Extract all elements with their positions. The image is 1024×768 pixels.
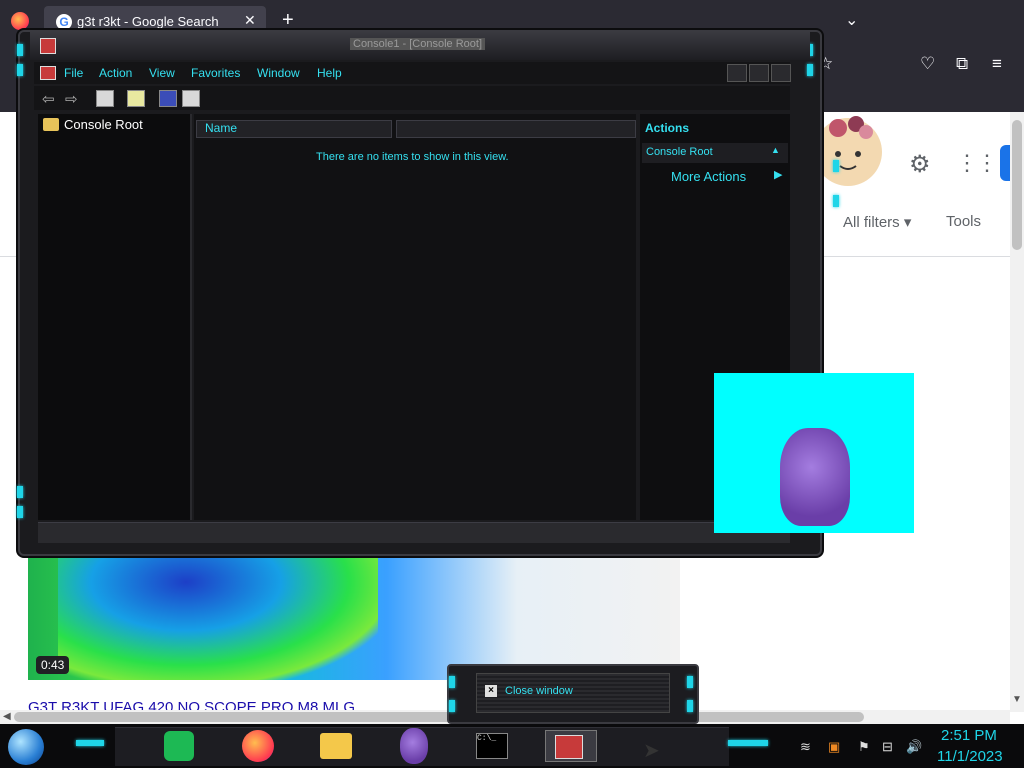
tree-item-console-root[interactable]: Console Root	[64, 117, 143, 132]
frame-led	[833, 160, 839, 172]
frame-led	[17, 486, 23, 498]
menu-favorites[interactable]: Favorites	[191, 66, 240, 80]
new-tab-button[interactable]: +	[282, 9, 294, 32]
bonzi-character-image[interactable]	[780, 428, 850, 526]
network-icon[interactable]: ⊟	[882, 739, 893, 755]
actions-section-label: Console Root	[646, 146, 713, 158]
back-arrow-icon[interactable]: ⇦	[42, 90, 55, 108]
spotify-taskbar-icon[interactable]	[164, 731, 194, 761]
frame-led	[17, 506, 23, 518]
video-frame-image	[58, 540, 378, 680]
mmc-window-title: Console1 - [Console Root]	[350, 38, 486, 50]
export-list-icon[interactable]	[127, 90, 145, 107]
tab-title: g3t r3kt - Google Search	[77, 14, 219, 29]
mmc-system-menu-icon[interactable]	[40, 66, 56, 80]
scrollbar-thumb[interactable]	[1012, 120, 1022, 250]
google-favicon-icon: G	[56, 14, 72, 30]
more-actions-item[interactable]: More Actions	[671, 169, 746, 184]
frame-led	[17, 44, 23, 56]
minimize-button[interactable]	[727, 64, 747, 82]
file-explorer-taskbar-icon[interactable]	[320, 733, 352, 759]
close-button[interactable]	[771, 64, 791, 82]
frame-led	[687, 676, 693, 688]
tools-button[interactable]: Tools	[946, 213, 981, 230]
mmc-toolbar	[34, 86, 790, 110]
firefox-icon[interactable]	[11, 12, 29, 30]
frame-led	[449, 700, 455, 712]
bonzi-taskbar-icon[interactable]	[400, 728, 428, 764]
action-center-flag-icon[interactable]: ⚑	[858, 739, 870, 755]
console-tree-pane	[38, 114, 192, 520]
menu-file[interactable]: File	[64, 66, 83, 80]
actions-header: Actions	[645, 121, 690, 135]
collapse-up-icon[interactable]: ▲	[771, 145, 780, 155]
frame-led	[449, 676, 455, 688]
scroll-down-icon[interactable]: ▼	[1012, 694, 1022, 705]
command-prompt-taskbar-icon[interactable]: C:\_	[476, 733, 508, 759]
language-icon[interactable]: ▣	[828, 739, 840, 755]
app-menu-icon[interactable]: ≡	[992, 54, 1002, 74]
maximize-button[interactable]	[749, 64, 769, 82]
results-list-pane	[194, 114, 636, 520]
close-x-icon: ×	[485, 685, 497, 697]
mmc-menu-bar	[34, 62, 790, 84]
firefox-taskbar-icon[interactable]	[242, 730, 274, 762]
mouse-cursor-icon: ➤	[643, 740, 660, 762]
show-hidden-icons-icon[interactable]: ≋	[800, 739, 811, 755]
show-hide-action-pane-icon[interactable]	[182, 90, 200, 107]
column-header-name-label: Name	[205, 121, 238, 135]
volume-icon[interactable]: 🔊	[906, 739, 922, 755]
taskbar-led	[76, 740, 104, 746]
frame-led	[687, 700, 693, 712]
empty-list-message: There are no items to show in this view.	[316, 151, 509, 163]
all-filters-button[interactable]: All filters ▾	[843, 213, 911, 231]
menu-view[interactable]: View	[149, 66, 175, 80]
list-tabs-button[interactable]: ⌄	[845, 10, 858, 30]
taskbar-led	[728, 740, 768, 746]
pocket-icon[interactable]: ♡	[920, 54, 935, 74]
column-header-empty[interactable]	[396, 120, 636, 138]
frame-led	[17, 64, 23, 76]
horizontal-scrollbar-thumb[interactable]	[14, 712, 864, 722]
tab-close-button[interactable]: ✕	[244, 12, 256, 29]
menu-window[interactable]: Window	[257, 66, 300, 80]
clock-date[interactable]: 11/1/2023	[937, 748, 1003, 765]
mmc-status-bar	[38, 522, 790, 543]
folder-icon	[43, 118, 59, 131]
forward-arrow-icon[interactable]: ⇨	[65, 90, 78, 108]
start-button[interactable]	[8, 729, 44, 765]
settings-gear-icon[interactable]: ⚙	[909, 150, 931, 179]
frame-led	[807, 64, 813, 76]
menu-help[interactable]: Help	[317, 66, 342, 80]
mmc-app-icon	[40, 38, 56, 54]
google-doodle[interactable]	[808, 112, 904, 187]
video-duration-badge: 0:43	[36, 656, 70, 674]
frame-led	[833, 195, 839, 207]
submenu-arrow-icon: ▶	[774, 169, 783, 181]
mmc-taskbar-icon	[555, 735, 583, 759]
extensions-icon[interactable]: ⧉	[956, 54, 968, 74]
show-hide-console-tree-icon[interactable]	[96, 90, 114, 107]
video-thumbnail[interactable]	[28, 540, 680, 680]
help-icon[interactable]	[159, 90, 177, 107]
scroll-left-icon[interactable]: ◀	[3, 711, 11, 722]
menu-action[interactable]: Action	[99, 66, 132, 80]
clock-time[interactable]: 2:51 PM	[941, 727, 997, 744]
close-window-label: Close window	[505, 685, 573, 697]
